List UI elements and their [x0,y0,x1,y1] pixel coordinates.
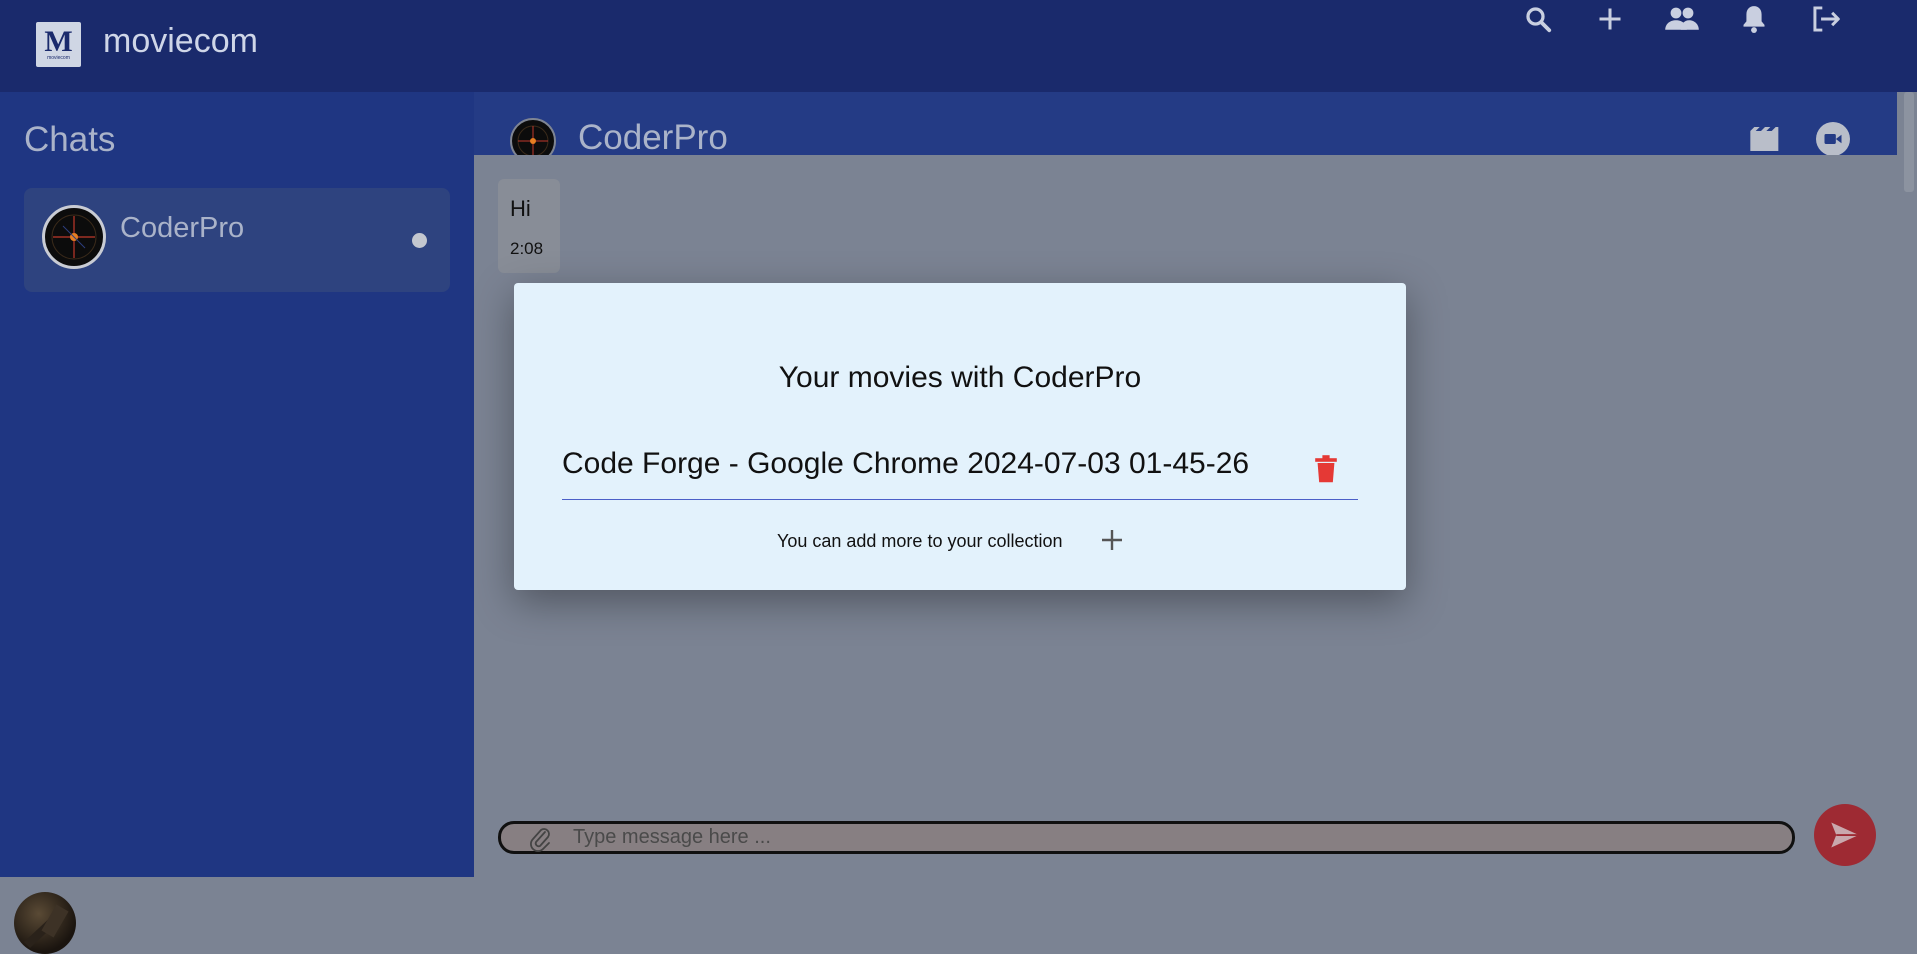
search-icon[interactable] [1519,0,1557,38]
add-movie-button[interactable] [1098,526,1126,554]
sidebar-title: Chats [24,120,116,159]
send-button[interactable] [1814,804,1876,866]
avatar [42,205,106,269]
chat-list-item[interactable]: CoderPro [24,188,450,292]
movie-icon[interactable] [1746,120,1784,158]
video-call-icon[interactable] [1814,120,1852,158]
dialog-title: Your movies with CoderPro [778,361,1142,394]
chat-header-name: CoderPro [578,118,728,157]
add-more-text: You can add more to your collection [777,531,1063,551]
plus-icon [1102,530,1122,550]
logo-subtext: moviecom [47,54,70,61]
send-icon [1831,822,1859,848]
chat-name: CoderPro [120,212,245,244]
sidebar: Chats CoderPro [0,92,474,954]
top-bar: M moviecom moviecom [0,0,1917,92]
message-field [498,821,1795,854]
trash-icon[interactable] [1312,453,1340,485]
attach-icon[interactable] [529,826,553,852]
movie-list-item: Code Forge - Google Chrome 2024-07-03 01… [562,443,1358,500]
bell-icon[interactable] [1735,0,1773,38]
message-bubble: Hi 2:08 [498,179,560,273]
movies-dialog: Your movies with CoderPro Code Forge - G… [514,283,1406,590]
scrollbar[interactable] [1897,92,1917,877]
user-avatar[interactable] [14,892,76,954]
app-brand: moviecom [103,22,258,60]
scrollbar-thumb[interactable] [1904,92,1914,192]
message-composer [474,795,1897,877]
chat-header: CoderPro [474,92,1897,164]
message-text: Hi [510,196,531,221]
app-logo: M moviecom [36,22,81,67]
message-input[interactable] [573,824,1773,851]
logout-icon[interactable] [1807,0,1845,38]
people-icon[interactable] [1663,0,1701,38]
online-status-dot [412,233,427,248]
logo-mark: M [44,24,73,58]
add-icon[interactable] [1591,0,1629,38]
movie-title: Code Forge - Google Chrome 2024-07-03 01… [562,447,1250,480]
message-time: 2:08 [510,239,544,258]
